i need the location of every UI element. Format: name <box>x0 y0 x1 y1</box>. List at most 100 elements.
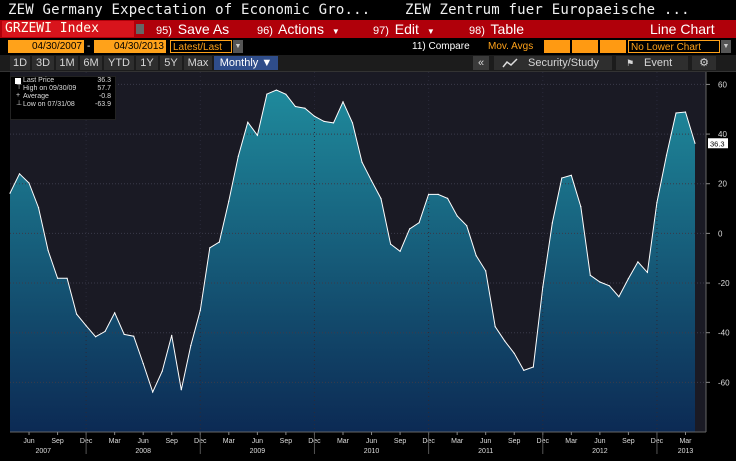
save-as-number: 95) <box>156 25 172 37</box>
x-tick-label: Jun <box>138 438 149 445</box>
data-point <box>570 174 572 176</box>
end-date-field[interactable]: 04/30/2013 <box>94 40 166 53</box>
x-tick-label: Sep <box>51 438 64 445</box>
legend-average: + Average -0.8 <box>11 92 115 101</box>
data-point <box>466 225 468 227</box>
mov-avg-field-1[interactable] <box>544 40 570 53</box>
line-chart[interactable]: 6040200-20-40-6036.3JunSepDecMarJunSepDe… <box>0 72 736 456</box>
x-tick-label: Jun <box>594 438 605 445</box>
tab-monthly[interactable]: Monthly ▼ <box>214 56 278 70</box>
range-mode-field[interactable]: Latest/Last <box>170 40 232 53</box>
data-point <box>675 112 677 114</box>
legend-box: Last Price 36.3 ⊤ High on 09/30/09 57.7 … <box>10 76 116 120</box>
data-point <box>475 255 477 257</box>
data-point <box>104 330 106 332</box>
x-year-label: 2007 <box>36 448 52 455</box>
x-tick-label: Jun <box>252 438 263 445</box>
average-marker-icon: + <box>16 92 21 99</box>
x-year-label: 2012 <box>592 448 608 455</box>
y-tick-label: 60 <box>718 80 727 89</box>
data-point <box>513 352 515 354</box>
compare-button[interactable]: 11) Compare <box>412 41 470 52</box>
data-point <box>447 197 449 199</box>
actions-label: Actions <box>278 21 324 37</box>
data-point <box>133 335 135 337</box>
mov-avg-field-3[interactable] <box>600 40 626 53</box>
data-point <box>437 193 439 195</box>
legend-low: ⊥ Low on 07/31/08 -63.9 <box>11 100 115 109</box>
data-point <box>266 93 268 95</box>
data-point <box>637 261 639 263</box>
security-description: ZEW Zentrum fuer Europaeische ... <box>405 2 690 18</box>
ticker-field[interactable]: GRZEWI Index <box>2 21 134 37</box>
tab-6m[interactable]: 6M <box>80 56 102 70</box>
save-as-button[interactable]: 95) Save As <box>156 20 229 38</box>
data-point <box>114 312 116 314</box>
collapse-icon[interactable]: « <box>473 56 489 70</box>
data-point <box>504 340 506 342</box>
event-button[interactable]: ⚑ Event <box>616 56 688 70</box>
ticker-dropdown-icon[interactable] <box>136 24 144 34</box>
edit-button[interactable]: 97) Edit ▼ <box>373 20 435 38</box>
data-point <box>370 180 373 182</box>
data-point <box>275 89 277 91</box>
table-button[interactable]: 98) Table <box>469 20 524 38</box>
x-tick-label: Mar <box>337 438 350 445</box>
low-label: Low on 07/31/08 <box>23 101 75 108</box>
x-tick-label: Jun <box>23 438 34 445</box>
range-mode-dropdown-icon[interactable]: ▼ <box>233 40 243 53</box>
lower-chart-dropdown-icon[interactable]: ▼ <box>721 40 731 53</box>
x-year-label: 2008 <box>135 448 151 455</box>
lower-chart-field[interactable]: No Lower Chart <box>628 40 720 53</box>
tab-max[interactable]: Max <box>184 56 212 70</box>
security-study-label: Security/Study <box>528 57 599 69</box>
mov-avg-field-2[interactable] <box>572 40 598 53</box>
data-point <box>142 362 144 365</box>
tab-1m[interactable]: 1M <box>56 56 78 70</box>
data-point <box>190 345 192 347</box>
tab-5y[interactable]: 5Y <box>160 56 182 70</box>
data-point <box>351 122 354 124</box>
data-point <box>599 281 601 283</box>
save-as-label: Save As <box>177 21 230 37</box>
data-point <box>237 155 239 157</box>
legend-last-price: Last Price 36.3 <box>11 77 115 85</box>
actions-button[interactable]: 96) Actions ▼ <box>257 20 340 38</box>
tab-1d[interactable]: 1D <box>10 56 30 70</box>
data-point <box>171 334 173 336</box>
data-point <box>66 277 68 279</box>
tab-3d[interactable]: 3D <box>32 56 54 70</box>
data-point <box>494 326 496 328</box>
security-study-button[interactable]: Security/Study <box>494 56 612 70</box>
table-label: Table <box>490 21 525 37</box>
data-point <box>580 206 582 208</box>
data-point <box>627 278 630 280</box>
x-tick-label: Jun <box>480 438 491 445</box>
data-point <box>618 296 620 298</box>
data-point <box>294 105 296 108</box>
x-tick-label: Sep <box>394 438 407 445</box>
table-number: 98) <box>469 25 485 37</box>
tab-1y[interactable]: 1Y <box>136 56 158 70</box>
edit-label: Edit <box>394 21 419 37</box>
y-tick-label: 40 <box>718 130 727 139</box>
data-point <box>361 161 363 163</box>
high-value: 57.7 <box>97 85 111 92</box>
chart-type-label[interactable]: Line Chart <box>650 20 715 38</box>
start-date-field[interactable]: 04/30/2007 <box>8 40 84 53</box>
x-tick-label: Mar <box>223 438 236 445</box>
chart-area[interactable]: 6040200-20-40-6036.3JunSepDecMarJunSepDe… <box>0 72 736 456</box>
y-tick-label: -20 <box>718 279 730 288</box>
average-label: Average <box>23 93 49 100</box>
data-point <box>608 285 611 287</box>
high-marker-icon: ⊤ <box>16 84 23 91</box>
data-point <box>313 115 315 117</box>
data-point <box>428 193 430 195</box>
tab-ytd[interactable]: YTD <box>104 56 134 70</box>
data-point <box>542 286 544 288</box>
data-point <box>485 270 487 272</box>
mov-avgs-label[interactable]: Mov. Avgs <box>488 41 533 52</box>
settings-gear-icon[interactable]: ⚙ <box>692 56 716 70</box>
last-price-value: 36.3 <box>97 77 111 84</box>
event-label: Event <box>644 57 673 69</box>
